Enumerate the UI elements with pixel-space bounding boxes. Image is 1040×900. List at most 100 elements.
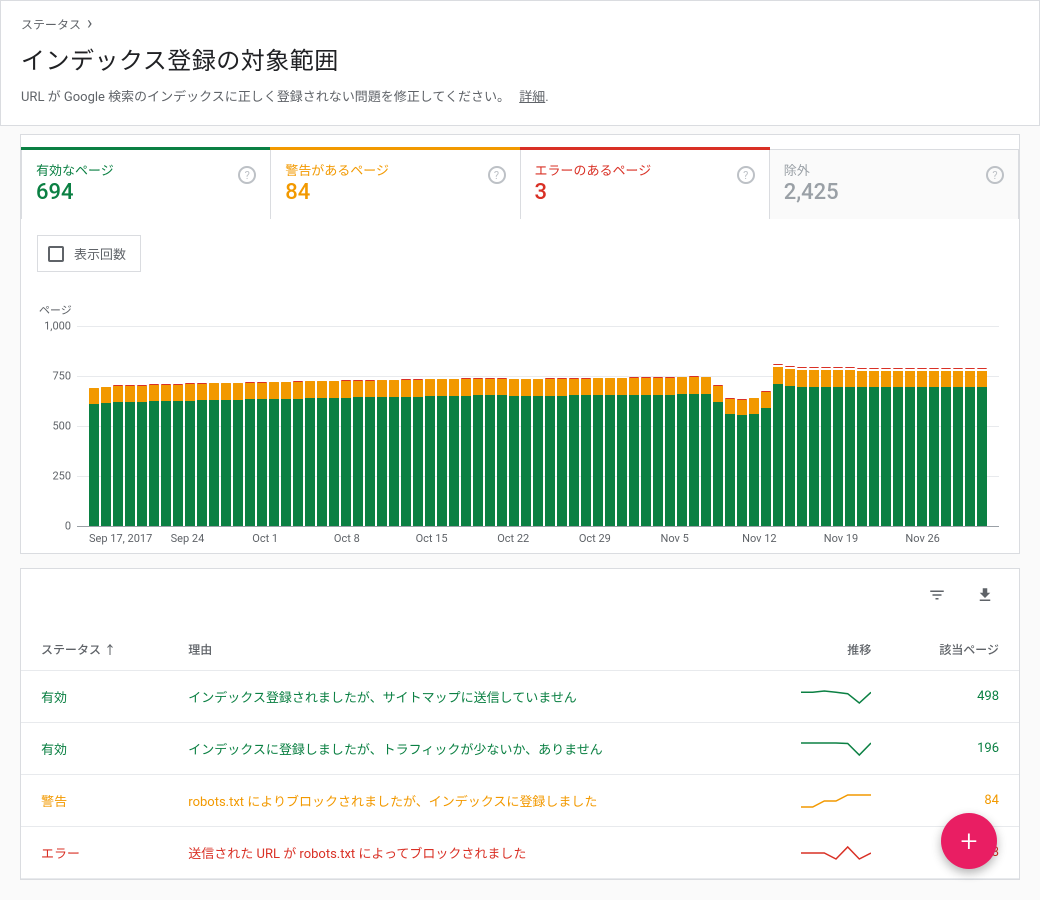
bar-col[interactable] xyxy=(893,368,903,526)
bar-col[interactable] xyxy=(497,378,507,526)
col-trend[interactable]: 推移 xyxy=(750,629,891,671)
bar-col[interactable] xyxy=(965,368,975,526)
help-icon[interactable]: ? xyxy=(238,166,256,184)
bar-col[interactable] xyxy=(797,367,807,526)
bar-col[interactable] xyxy=(449,379,459,526)
help-icon[interactable]: ? xyxy=(737,166,755,184)
breadcrumb-item[interactable]: ステータス xyxy=(21,16,81,33)
help-icon[interactable]: ? xyxy=(488,166,506,184)
bar-col[interactable] xyxy=(317,381,327,526)
col-status[interactable]: ステータス ↑ xyxy=(21,629,168,671)
bar-col[interactable] xyxy=(305,381,315,526)
bar-col[interactable] xyxy=(425,379,435,526)
bar-col[interactable] xyxy=(437,379,447,526)
bar-col[interactable] xyxy=(341,380,351,526)
bar-col[interactable] xyxy=(725,398,735,526)
bar-col[interactable] xyxy=(929,368,939,526)
bar-col[interactable] xyxy=(977,368,987,526)
bar-col[interactable] xyxy=(569,378,579,526)
bar-col[interactable] xyxy=(713,385,723,526)
bar-col[interactable] xyxy=(845,367,855,526)
breadcrumb[interactable]: ステータス › xyxy=(21,15,1019,33)
metric-tab-green[interactable]: 有効なページ694? xyxy=(21,149,271,219)
impressions-toggle[interactable]: 表示回数 xyxy=(37,235,141,272)
bar-col[interactable] xyxy=(557,378,567,526)
metric-tab-gray[interactable]: 除外2,425? xyxy=(770,149,1019,219)
bar-col[interactable] xyxy=(389,380,399,527)
bar-col[interactable] xyxy=(881,368,891,526)
bar-col[interactable] xyxy=(749,398,759,527)
bar-col[interactable] xyxy=(113,385,123,526)
bar-col[interactable] xyxy=(269,382,279,526)
bar-col[interactable] xyxy=(761,391,771,526)
bar-col[interactable] xyxy=(605,378,615,527)
bar-col[interactable] xyxy=(917,368,927,526)
bar-col[interactable] xyxy=(365,380,375,526)
filter-icon[interactable] xyxy=(927,585,947,605)
bar-col[interactable] xyxy=(137,385,147,526)
bar-col[interactable] xyxy=(857,368,867,526)
bar-col[interactable] xyxy=(689,376,699,526)
bar-col[interactable] xyxy=(461,378,471,526)
bar-col[interactable] xyxy=(401,379,411,526)
bar-col[interactable] xyxy=(773,364,783,526)
col-reason[interactable]: 理由 xyxy=(168,629,750,671)
bar-col[interactable] xyxy=(413,379,423,526)
download-icon[interactable] xyxy=(975,585,995,605)
bar-col[interactable] xyxy=(149,384,159,526)
bar-col[interactable] xyxy=(617,378,627,527)
bar-col[interactable] xyxy=(101,387,111,527)
bar-col[interactable] xyxy=(257,382,267,526)
metric-tab-orange[interactable]: 警告があるページ84? xyxy=(271,149,520,219)
table-row[interactable]: 警告robots.txt によりブロックされましたが、インデックスに登録しました… xyxy=(21,775,1019,827)
bar-col[interactable] xyxy=(869,368,879,526)
bar-col[interactable] xyxy=(353,380,363,526)
bar-col[interactable] xyxy=(233,383,243,527)
fab-add-button[interactable]: + xyxy=(941,813,997,869)
checkbox-icon[interactable] xyxy=(48,246,64,262)
bar-col[interactable] xyxy=(821,367,831,526)
bar-col[interactable] xyxy=(953,368,963,526)
bar-col[interactable] xyxy=(161,384,171,526)
bar-col[interactable] xyxy=(737,399,747,526)
table-row[interactable]: 有効インデックス登録されましたが、サイトマップに送信していません498 xyxy=(21,671,1019,723)
bar-col[interactable] xyxy=(809,367,819,526)
metric-tab-red[interactable]: エラーのあるページ3? xyxy=(521,149,770,219)
bar-col[interactable] xyxy=(209,383,219,527)
bar-col[interactable] xyxy=(677,377,687,526)
y-tick-label: 750 xyxy=(52,370,71,383)
bar-col[interactable] xyxy=(509,379,519,526)
bar-col[interactable] xyxy=(785,366,795,526)
bar-col[interactable] xyxy=(665,377,675,526)
bar-col[interactable] xyxy=(701,377,711,526)
bar-col[interactable] xyxy=(629,377,639,526)
bar-col[interactable] xyxy=(245,382,255,526)
bar-col[interactable] xyxy=(281,382,291,527)
bar-col[interactable] xyxy=(173,384,183,526)
bar-col[interactable] xyxy=(485,378,495,526)
bar-col[interactable] xyxy=(581,378,591,526)
bar-col[interactable] xyxy=(521,379,531,526)
bar-col[interactable] xyxy=(221,383,231,527)
bar-col[interactable] xyxy=(125,385,135,526)
bar-col[interactable] xyxy=(329,381,339,526)
bar-col[interactable] xyxy=(833,367,843,526)
help-icon[interactable]: ? xyxy=(986,166,1004,184)
table-row[interactable]: エラー送信された URL が robots.txt によってブロックされました3 xyxy=(21,827,1019,879)
table-row[interactable]: 有効インデックスに登録しましたが、トラフィックが少ないか、ありません196 xyxy=(21,723,1019,775)
bar-col[interactable] xyxy=(185,383,195,526)
bar-col[interactable] xyxy=(197,383,207,526)
bar-col[interactable] xyxy=(473,378,483,526)
bar-col[interactable] xyxy=(641,377,651,526)
bar-col[interactable] xyxy=(593,378,603,527)
bar-col[interactable] xyxy=(377,380,387,527)
bar-col[interactable] xyxy=(905,368,915,526)
bar-col[interactable] xyxy=(545,378,555,526)
bar-col[interactable] xyxy=(533,379,543,526)
bar-col[interactable] xyxy=(941,368,951,526)
bar-col[interactable] xyxy=(653,377,663,526)
bar-col[interactable] xyxy=(89,388,99,527)
col-pages[interactable]: 該当ページ xyxy=(891,629,1019,671)
bar-col[interactable] xyxy=(293,381,303,526)
learn-more-link[interactable]: 詳細 xyxy=(519,90,545,105)
